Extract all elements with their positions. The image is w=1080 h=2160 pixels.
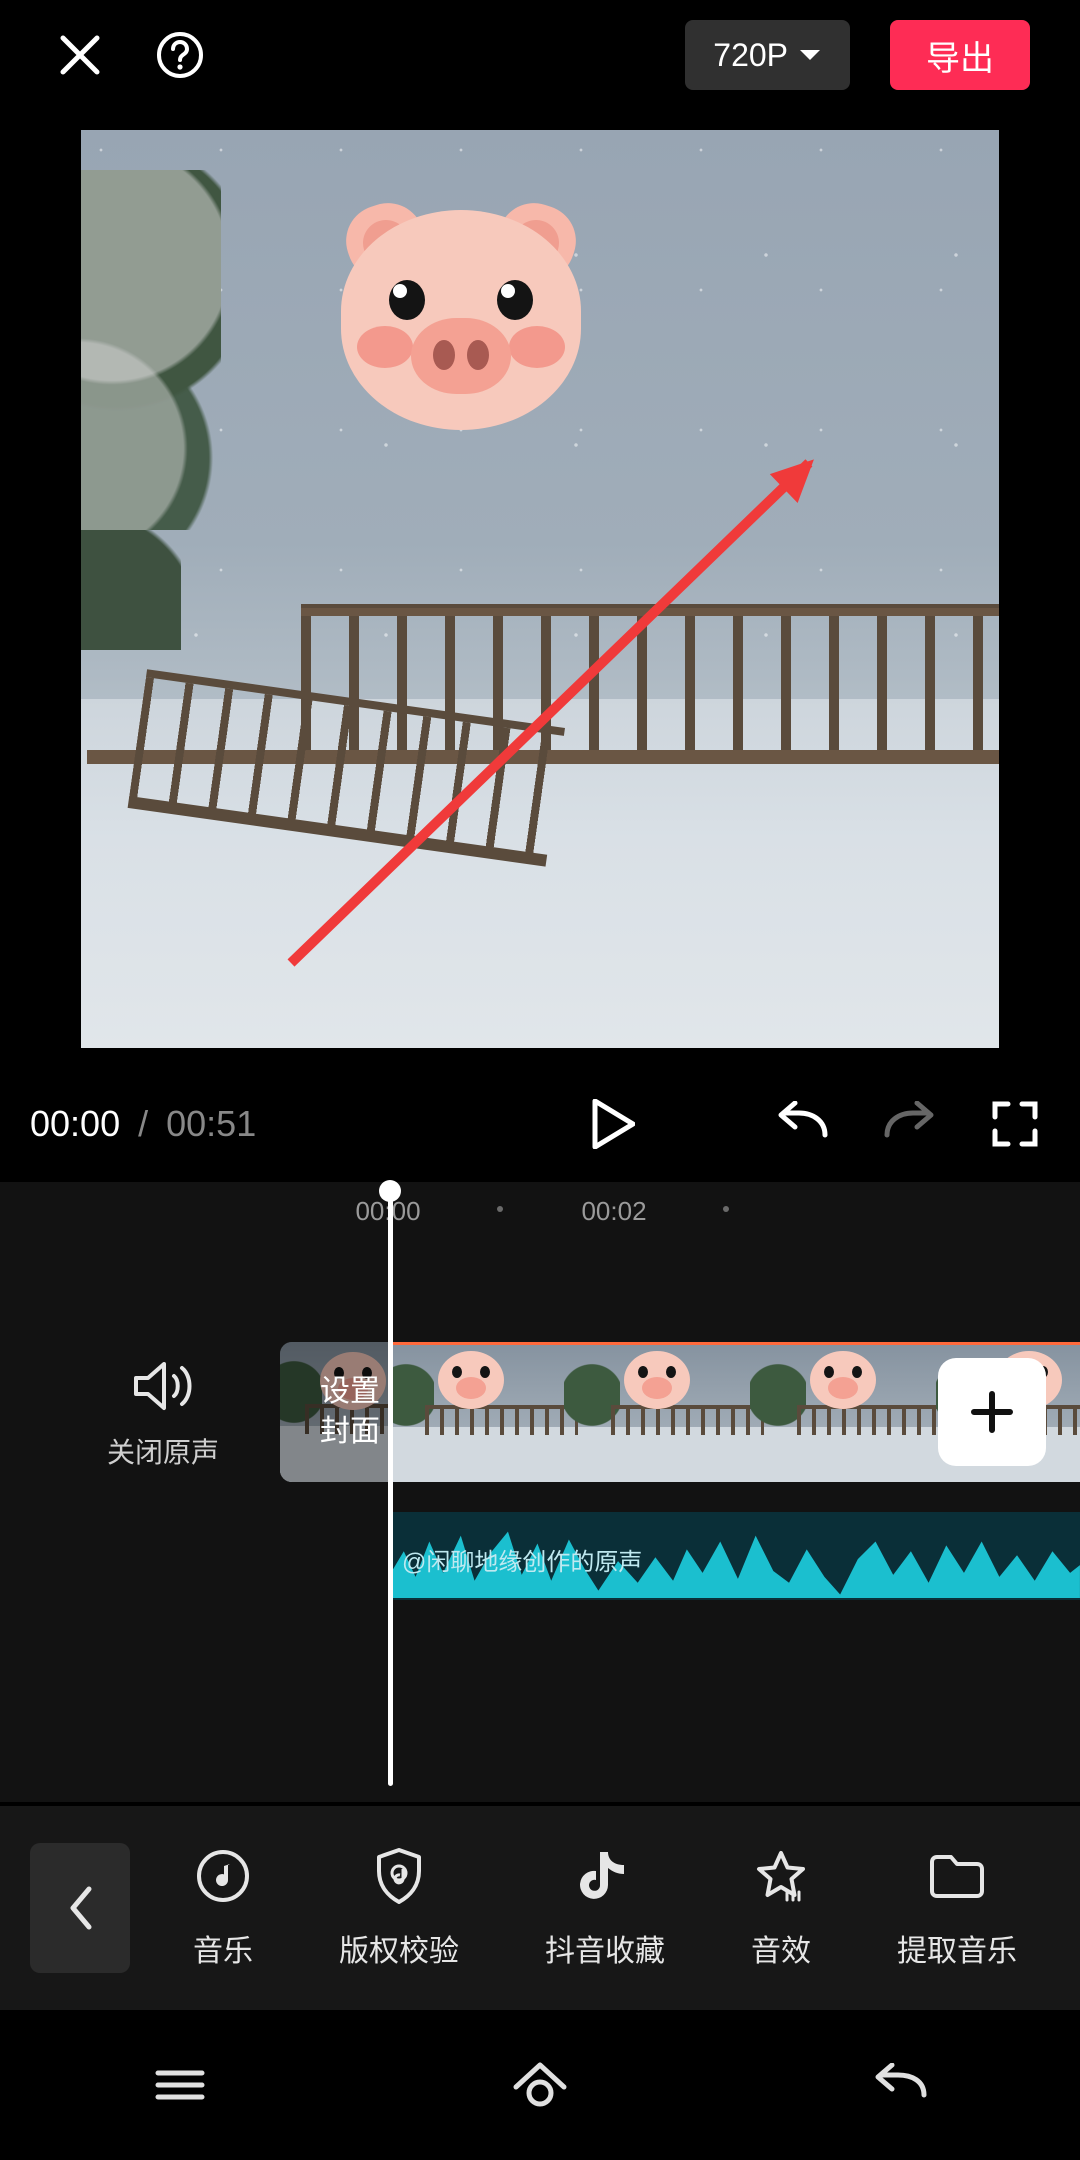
- plus-icon: [968, 1388, 1016, 1436]
- chevron-down-icon: [798, 47, 822, 63]
- resolution-select[interactable]: 720P: [685, 20, 850, 90]
- audio-clip-label: @闲聊地缘创作的原声: [402, 1542, 642, 1577]
- tool-label: 抖音收藏: [545, 1926, 665, 1970]
- tool-douyin-favorites[interactable]: 抖音收藏: [545, 1846, 665, 1970]
- export-label: 导出: [926, 31, 994, 80]
- tool-label: 版权校验: [339, 1926, 459, 1970]
- bottom-toolbar: 音乐 版权校验 抖音收藏 音效 提取音乐: [0, 1806, 1080, 2010]
- fullscreen-button[interactable]: [980, 1089, 1050, 1159]
- redo-button[interactable]: [874, 1089, 944, 1159]
- douyin-icon: [580, 1848, 630, 1904]
- chevron-left-icon: [65, 1885, 95, 1931]
- music-icon: [195, 1848, 251, 1904]
- speaker-icon: [132, 1360, 194, 1412]
- close-button[interactable]: [50, 25, 110, 85]
- total-duration: 00:51: [166, 1103, 256, 1144]
- star-icon: [753, 1848, 809, 1904]
- menu-icon: [152, 2065, 208, 2105]
- playhead[interactable]: [388, 1182, 393, 1786]
- resolution-label: 720P: [713, 37, 788, 74]
- current-time: 00:00: [30, 1103, 120, 1144]
- home-icon: [510, 2059, 570, 2111]
- tool-label: 提取音乐: [897, 1926, 1017, 1970]
- ruler-mark: 00:02: [581, 1196, 646, 1227]
- play-icon: [591, 1099, 635, 1149]
- system-recent-button[interactable]: [144, 2049, 216, 2121]
- clip-frame[interactable]: [392, 1345, 578, 1482]
- add-clip-button[interactable]: [938, 1358, 1046, 1466]
- redo-icon: [881, 1101, 937, 1147]
- folder-icon: [928, 1852, 986, 1900]
- back-icon: [870, 2063, 930, 2107]
- tool-copyright-check[interactable]: 版权校验: [339, 1846, 459, 1970]
- fullscreen-icon: [992, 1101, 1038, 1147]
- system-nav-bar: [0, 2010, 1080, 2160]
- tool-label: 音乐: [193, 1926, 253, 1970]
- play-button[interactable]: [578, 1089, 648, 1159]
- tool-label: 音效: [751, 1926, 811, 1970]
- undo-icon: [775, 1101, 831, 1147]
- time-ruler[interactable]: 00:00 00:02: [0, 1182, 1080, 1234]
- tool-sound-effects[interactable]: 音效: [751, 1846, 811, 1970]
- clip-frame[interactable]: [578, 1345, 764, 1482]
- audio-track[interactable]: @闲聊地缘创作的原声: [392, 1512, 1080, 1600]
- top-bar: 720P 导出: [0, 0, 1080, 110]
- timeline[interactable]: 00:00 00:02 关闭原声 设置 封面 @闲聊地缘创作的原声: [0, 1182, 1080, 1802]
- system-back-button[interactable]: [864, 2049, 936, 2121]
- system-home-button[interactable]: [504, 2049, 576, 2121]
- undo-button[interactable]: [768, 1089, 838, 1159]
- tool-extract-music[interactable]: 提取音乐: [897, 1846, 1017, 1970]
- close-icon: [57, 32, 103, 78]
- mute-original-audio[interactable]: 关闭原声: [88, 1360, 238, 1471]
- pig-sticker: [341, 210, 581, 430]
- transport-bar: 00:00 / 00:51: [0, 1072, 1080, 1176]
- shield-icon: [373, 1847, 425, 1905]
- tool-music[interactable]: 音乐: [193, 1846, 253, 1970]
- toolbar-back-button[interactable]: [30, 1843, 130, 1973]
- help-icon: [155, 30, 205, 80]
- export-button[interactable]: 导出: [890, 20, 1030, 90]
- help-button[interactable]: [150, 25, 210, 85]
- video-preview[interactable]: [81, 130, 999, 1048]
- mute-label: 关闭原声: [88, 1431, 238, 1471]
- clip-frame[interactable]: [764, 1345, 950, 1482]
- time-display: 00:00 / 00:51: [30, 1103, 256, 1145]
